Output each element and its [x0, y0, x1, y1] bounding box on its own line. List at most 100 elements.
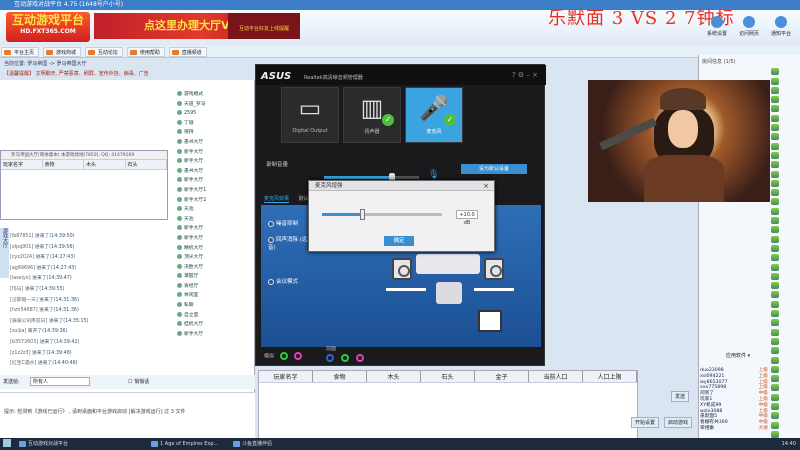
room-tree-item[interactable]: 新手大厅1 — [177, 186, 257, 196]
col-gold[interactable]: 金子 — [475, 371, 529, 382]
notify-icon-button[interactable]: 通知平台 — [770, 16, 792, 37]
chat-target-label: 发送给: — [3, 379, 20, 385]
analog-section: 模拟 — [264, 352, 307, 360]
col-stone[interactable]: 石头 — [126, 160, 167, 169]
breadcrumb: 当前位置: 罗马帝国 -> 罗马帝国大厅 — [4, 61, 87, 67]
level-icon — [771, 254, 779, 262]
room-tree-item[interactable]: 新手大厅 — [177, 157, 257, 167]
mic-boost-icon[interactable]: 🎙 — [428, 170, 439, 180]
room-tree-item[interactable]: 精机大厅 — [177, 244, 257, 254]
room-tree-item[interactable]: 游戏模式 — [177, 90, 257, 100]
app-software-button[interactable]: 应用软件 ▾ — [726, 352, 750, 359]
online-user-row[interactable]: 宰相乘 大将 — [700, 426, 768, 432]
room-tree-item[interactable]: 休闲室 — [177, 291, 257, 301]
room-tree-item[interactable]: 挂机大厅 — [177, 320, 257, 330]
device-digital-output[interactable]: ▭ Digital Output — [281, 87, 339, 143]
room-tree-item[interactable]: 天池 — [177, 205, 257, 215]
col-player[interactable]: 玩家名字 — [1, 160, 43, 169]
user-level: 大将 — [758, 425, 768, 431]
col-food[interactable]: 食物 — [43, 160, 84, 169]
taskbar: 互动游戏对战平台 1 Age of Empires Exp... 斗鱼直播伴侣 … — [0, 438, 800, 450]
web-icon-button[interactable]: 访问网页 — [738, 16, 760, 37]
room-tree-item[interactable]: 自立室 — [177, 311, 257, 321]
conference-mode-option[interactable]: 会议模式 — [268, 277, 298, 285]
device-speaker[interactable]: ▥ 扬声器 ✓ — [343, 87, 401, 143]
whisper-checkbox[interactable]: ☐ 悄悄话 — [128, 378, 149, 385]
room-tree-item[interactable]: 顶尖大厅 — [177, 253, 257, 263]
room-tree-item[interactable]: 愚书大厅 — [177, 138, 257, 148]
room-tree-item[interactable]: 天池 — [177, 215, 257, 225]
volume-slider-fill — [324, 176, 392, 179]
room-tree-item[interactable]: 新手大厅 — [177, 148, 257, 158]
device-label: 扬声器 — [364, 129, 380, 135]
green-jack-icon[interactable] — [279, 352, 288, 360]
logo-text: 互动游戏平台 — [11, 13, 84, 27]
col-wood[interactable]: 木头 — [84, 160, 126, 169]
room-tree-item[interactable]: 新手大厅 — [177, 176, 257, 186]
window-controls[interactable]: ? ⚙ – × — [512, 71, 538, 79]
noise-suppression-option[interactable]: 噪音抑制 — [268, 219, 298, 227]
level-icon — [771, 142, 779, 150]
start-settings-button[interactable]: 开始设置 — [630, 416, 660, 429]
waveform-icon — [478, 310, 502, 332]
pink-jack-icon[interactable] — [355, 354, 364, 362]
room-tree-item[interactable]: 私聊 — [177, 301, 257, 311]
nav-live-button[interactable]: 直播频道 — [168, 47, 207, 57]
taskbar-app-platform[interactable]: 互动游戏对战平台 — [18, 438, 68, 450]
room-tree-item[interactable]: 天道_罗马 — [177, 100, 257, 110]
log-text: 进来了(14:39:56) — [34, 244, 75, 250]
room-tree-item[interactable]: 2595 — [177, 109, 257, 119]
send-button[interactable]: 发送 — [670, 390, 690, 403]
col-wood[interactable]: 木头 — [367, 371, 421, 382]
log-entry: [xlpq901] 进来了(14:39:56) — [10, 243, 170, 254]
col-food[interactable]: 食物 — [313, 371, 367, 382]
settings-icon-button[interactable]: 系统设置 — [706, 16, 728, 37]
room-tree-item[interactable]: 掌握厅 — [177, 272, 257, 282]
set-default-device-button[interactable]: 设为默认设备 — [461, 164, 527, 174]
room-tree-item[interactable]: 新手大厅 — [177, 234, 257, 244]
boost-slider-knob[interactable] — [360, 209, 365, 220]
lobby-tab[interactable]: 游戏大厅 — [0, 228, 9, 278]
room-tree-item[interactable]: 决胜大厅 — [177, 263, 257, 273]
room-tree-item[interactable]: 愚书大厅 — [177, 167, 257, 177]
blue-jack-icon[interactable] — [326, 354, 334, 362]
friend-banner[interactable]: 互动平台好友上线提醒 — [228, 13, 300, 39]
room-tree-item[interactable]: 保持 — [177, 128, 257, 138]
chat-target-select[interactable]: 所有人 — [30, 377, 90, 386]
device-microphone[interactable]: 🎤 麦克风 ✓ — [405, 87, 463, 143]
level-icon — [771, 217, 779, 225]
col-population[interactable]: 当前人口 — [529, 371, 583, 382]
room-tree-item[interactable]: 新手大厅2 — [177, 196, 257, 206]
nav-shop-button[interactable]: 游戏商城 — [42, 47, 81, 57]
col-stone[interactable]: 石头 — [421, 371, 475, 382]
room-tree-item[interactable]: 丢经厅 — [177, 282, 257, 292]
taskbar-app-douyu[interactable]: 斗鱼直播伴侣 — [232, 438, 272, 450]
level-icon — [771, 291, 779, 299]
log-entry: [红宝C遇水] 进来了(14:40:46) — [10, 359, 170, 370]
windows-start-icon[interactable] — [3, 439, 11, 447]
nav-help-button[interactable]: 使用帮助 — [126, 47, 165, 57]
tab-mic-effects[interactable]: 麦克风效果 — [264, 196, 290, 203]
room-tree-item[interactable]: 新手大厅 — [177, 224, 257, 234]
taskbar-app-aoe[interactable]: 1 Age of Empires Exp... — [150, 438, 218, 450]
level-icon — [771, 310, 779, 318]
col-player-name[interactable]: 玩家名字 — [259, 371, 313, 382]
digital-output-icon: ▭ — [298, 94, 322, 122]
close-icon[interactable]: × — [483, 182, 489, 190]
nav-home-button[interactable]: 平台主页 — [1, 47, 40, 57]
green-jack-icon[interactable] — [340, 354, 349, 362]
level-icon — [771, 412, 779, 420]
pink-jack-icon[interactable] — [294, 352, 303, 360]
room-tree: 游戏模式 天道_罗马 2595 丁顺 保持 愚书大厅 新手大厅 新手大厅 愚书大厅 新手大厅 新手大… — [177, 90, 257, 339]
room-tree-item[interactable]: 新手大厅 — [177, 330, 257, 340]
nav-forum-button[interactable]: 互动论坛 — [84, 47, 123, 57]
noise-suppression-label: 噪音抑制 — [276, 221, 299, 227]
col-pop-cap[interactable]: 人口上限 — [583, 371, 637, 382]
front-jacks — [326, 354, 369, 362]
room-tree-item[interactable]: 丁顺 — [177, 119, 257, 129]
ok-button[interactable]: 确定 — [384, 236, 414, 246]
radio-icon — [268, 236, 274, 243]
launch-game-button[interactable]: 启动游戏 — [663, 416, 693, 429]
room-info-label: 房间信息 (1/5) — [702, 59, 736, 65]
chat-input-box[interactable] — [0, 392, 255, 438]
